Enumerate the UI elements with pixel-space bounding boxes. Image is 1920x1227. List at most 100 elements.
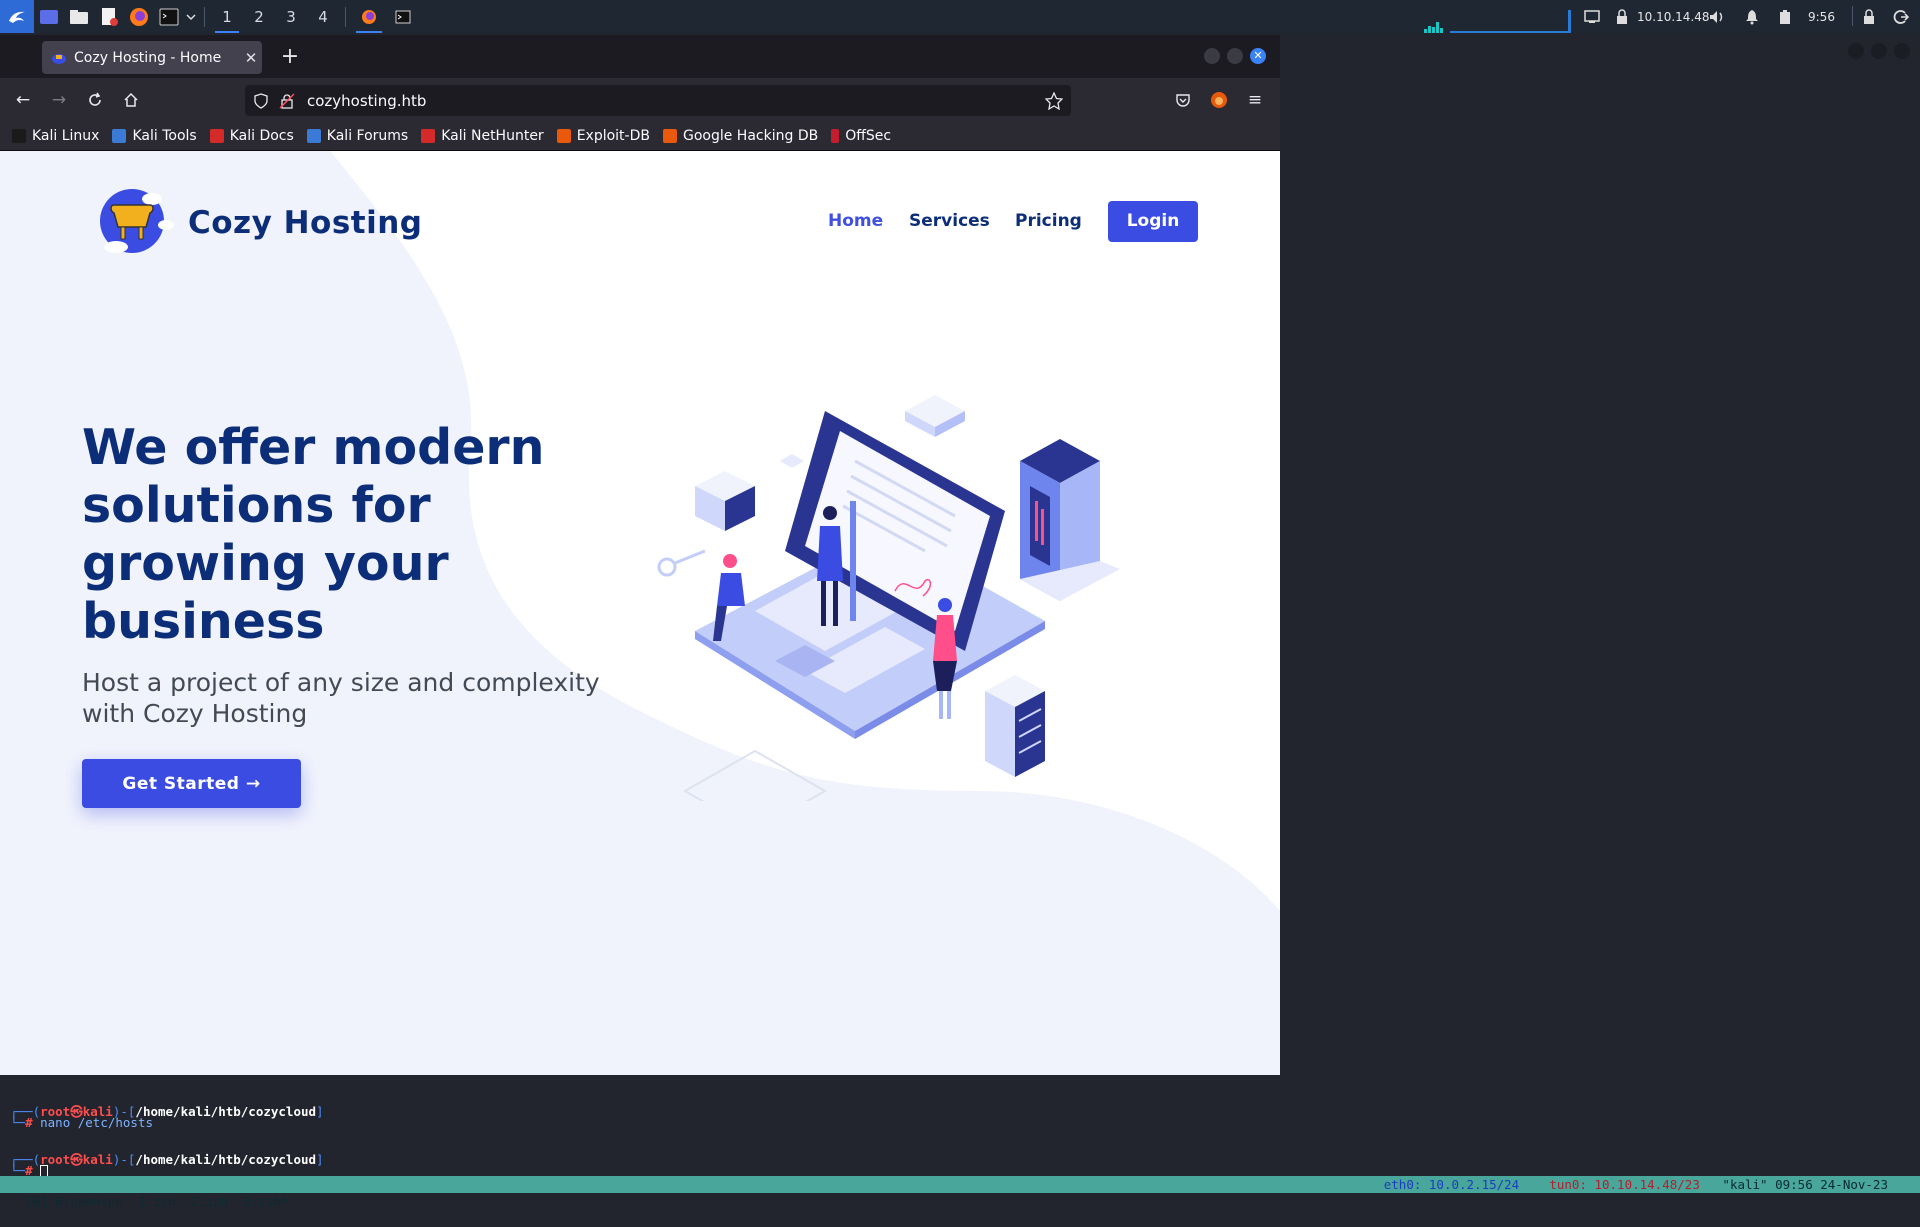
prompt-line-2: ┌──(root㉿kali)-[/home/kali/htb/cozycloud…: [10, 1152, 324, 1167]
hero-title: We offer modern solutions for growing yo…: [82, 419, 545, 650]
maximize-button[interactable]: [1227, 48, 1243, 64]
terminal-command: nano /etc/hosts: [40, 1115, 154, 1130]
firefox-window: Cozy Hosting - Home ✕ + ✕ ← → cozyhostin…: [0, 35, 1280, 1075]
bookmark-label: Kali NetHunter: [441, 127, 544, 144]
battery-icon[interactable]: [1779, 0, 1791, 33]
prompt-host: kali: [82, 1152, 113, 1167]
ghdb-icon: [662, 128, 677, 143]
navigation-bar: ← → cozyhosting.htb ≡: [0, 78, 1280, 121]
clock[interactable]: 9:56: [1808, 0, 1835, 33]
firefox-launcher-icon[interactable]: [124, 0, 154, 33]
bookmark-kali-linux[interactable]: Kali Linux: [12, 128, 99, 144]
nav-pricing-link[interactable]: Pricing: [1015, 211, 1082, 231]
pocket-icon[interactable]: [1168, 85, 1198, 115]
tmux-status-right: eth0: 10.0.2.15/24 tun0: 10.10.14.48/23 …: [1384, 1176, 1888, 1193]
bookmark-kali-tools[interactable]: Kali Tools: [112, 127, 197, 144]
network-activity-graph: [1424, 10, 1571, 33]
bookmark-label: Exploit-DB: [576, 127, 650, 144]
hero-illustration: [657, 395, 1120, 801]
kali-tools-icon: [112, 128, 127, 143]
kali-forums-icon: [306, 128, 321, 143]
background-window-controls: [1848, 43, 1910, 59]
text-editor-icon[interactable]: [94, 0, 124, 33]
file-manager-icon[interactable]: [64, 0, 94, 33]
tab-bar: Cozy Hosting - Home ✕ + ✕: [0, 35, 1280, 78]
web-page: Cozy Hosting Home Services Pricing Login…: [0, 151, 1280, 1075]
chevron-down-icon[interactable]: [184, 0, 198, 33]
terminal-launcher-icon[interactable]: [154, 0, 184, 33]
reload-icon[interactable]: [80, 85, 110, 115]
panel-separator: [1852, 6, 1853, 26]
bookmark-label: Google Hacking DB: [682, 127, 819, 144]
tab-title: Cozy Hosting - Home: [74, 49, 222, 66]
favicon-cozy-icon: [52, 53, 66, 64]
volume-icon[interactable]: [1708, 0, 1726, 33]
logout-icon[interactable]: [1893, 0, 1909, 33]
forward-arrow-icon[interactable]: →: [44, 85, 74, 115]
login-button[interactable]: Login: [1108, 201, 1198, 242]
prompt-path: /home/kali/htb/cozycloud: [135, 1104, 317, 1119]
panel-separator: [204, 6, 205, 27]
command-line-1: └─# nano /etc/hosts: [10, 1115, 154, 1130]
lock-screen-icon[interactable]: [1862, 0, 1876, 33]
offsec-icon: [831, 128, 840, 143]
url-bar[interactable]: cozyhosting.htb: [245, 85, 1071, 116]
prompt-at: ㉿: [70, 1152, 83, 1167]
url-text[interactable]: cozyhosting.htb: [307, 92, 1045, 110]
bookmarks-toolbar: Kali Linux Kali Tools Kali Docs Kali For…: [0, 121, 1280, 151]
bookmark-label: Kali Linux: [32, 127, 100, 144]
taskbar-terminal-icon[interactable]: [386, 0, 420, 33]
kali-menu-icon[interactable]: [0, 0, 34, 33]
tab-cozy-hosting[interactable]: Cozy Hosting - Home ✕: [42, 41, 262, 74]
tmux-host-time: "kali" 09:56 24-Nov-23: [1722, 1177, 1888, 1192]
minimize-button[interactable]: [1204, 48, 1220, 64]
kali-docs-icon: [209, 128, 224, 143]
nav-services-link[interactable]: Services: [909, 211, 990, 231]
vpn-ip-address: 10.10.14.48: [1637, 9, 1710, 24]
cozy-hosting-logo-icon[interactable]: [88, 181, 176, 259]
exploit-db-icon: [556, 128, 571, 143]
nav-home-link[interactable]: Home: [828, 211, 883, 231]
workspace-2[interactable]: 2: [243, 0, 275, 33]
workspace-1[interactable]: 1: [211, 0, 243, 33]
close-window-button[interactable]: ✕: [1250, 48, 1266, 64]
vpn-lock-icon[interactable]: [1615, 0, 1629, 33]
hamburger-menu-icon[interactable]: ≡: [1240, 85, 1270, 115]
insecure-lock-icon[interactable]: [279, 92, 295, 109]
tab-close-icon[interactable]: ✕: [240, 49, 262, 67]
show-desktop-icon[interactable]: [34, 0, 64, 33]
tmux-status-bar: [0] 0:openvpn 1:zsh- 2:zsh 3:zsh* eth0: …: [0, 1176, 1920, 1209]
workspace-3[interactable]: 3: [275, 0, 307, 33]
bookmark-google-hacking-db[interactable]: Google Hacking DB: [662, 127, 819, 144]
bookmark-label: OffSec: [845, 127, 892, 144]
get-started-button[interactable]: Get Started →: [82, 759, 301, 808]
nethunter-icon: [421, 128, 436, 143]
kali-dragon-icon: [12, 128, 26, 143]
new-tab-button[interactable]: +: [275, 44, 305, 72]
home-icon[interactable]: [116, 85, 146, 115]
panel-separator: [345, 6, 346, 27]
tmux-windows[interactable]: [0] 0:openvpn 1:zsh- 2:zsh 3:zsh*: [15, 1194, 288, 1209]
bookmark-kali-docs[interactable]: Kali Docs: [209, 127, 294, 144]
tmux-tun0: tun0: 10.10.14.48/23: [1549, 1177, 1700, 1192]
bookmark-label: Kali Forums: [326, 127, 409, 144]
display-icon[interactable]: [1584, 0, 1600, 33]
bookmark-label: Kali Tools: [132, 127, 197, 144]
prompt-path: /home/kali/htb/cozycloud: [135, 1152, 317, 1167]
bookmark-kali-forums[interactable]: Kali Forums: [306, 127, 409, 144]
tmux-eth0: eth0: 10.0.2.15/24: [1383, 1177, 1520, 1192]
bookmark-star-icon[interactable]: [1045, 91, 1063, 110]
bookmark-offsec[interactable]: OffSec: [831, 128, 891, 144]
back-arrow-icon[interactable]: ←: [8, 85, 38, 115]
site-brand-name[interactable]: Cozy Hosting: [188, 205, 423, 241]
bookmark-label: Kali Docs: [229, 127, 294, 144]
hero-subtitle: Host a project of any size and complexit…: [82, 668, 600, 728]
taskbar-firefox-icon[interactable]: [352, 0, 386, 33]
bookmark-kali-nethunter[interactable]: Kali NetHunter: [421, 127, 544, 144]
workspace-4[interactable]: 4: [307, 0, 339, 33]
tracking-shield-icon[interactable]: [253, 92, 269, 109]
notification-bell-icon[interactable]: [1745, 0, 1759, 33]
top-panel: 1 2 3 4 10.10.14.48 9:56: [0, 0, 1920, 33]
bookmark-exploit-db[interactable]: Exploit-DB: [556, 127, 650, 144]
extension-fox-icon[interactable]: [1204, 85, 1234, 115]
